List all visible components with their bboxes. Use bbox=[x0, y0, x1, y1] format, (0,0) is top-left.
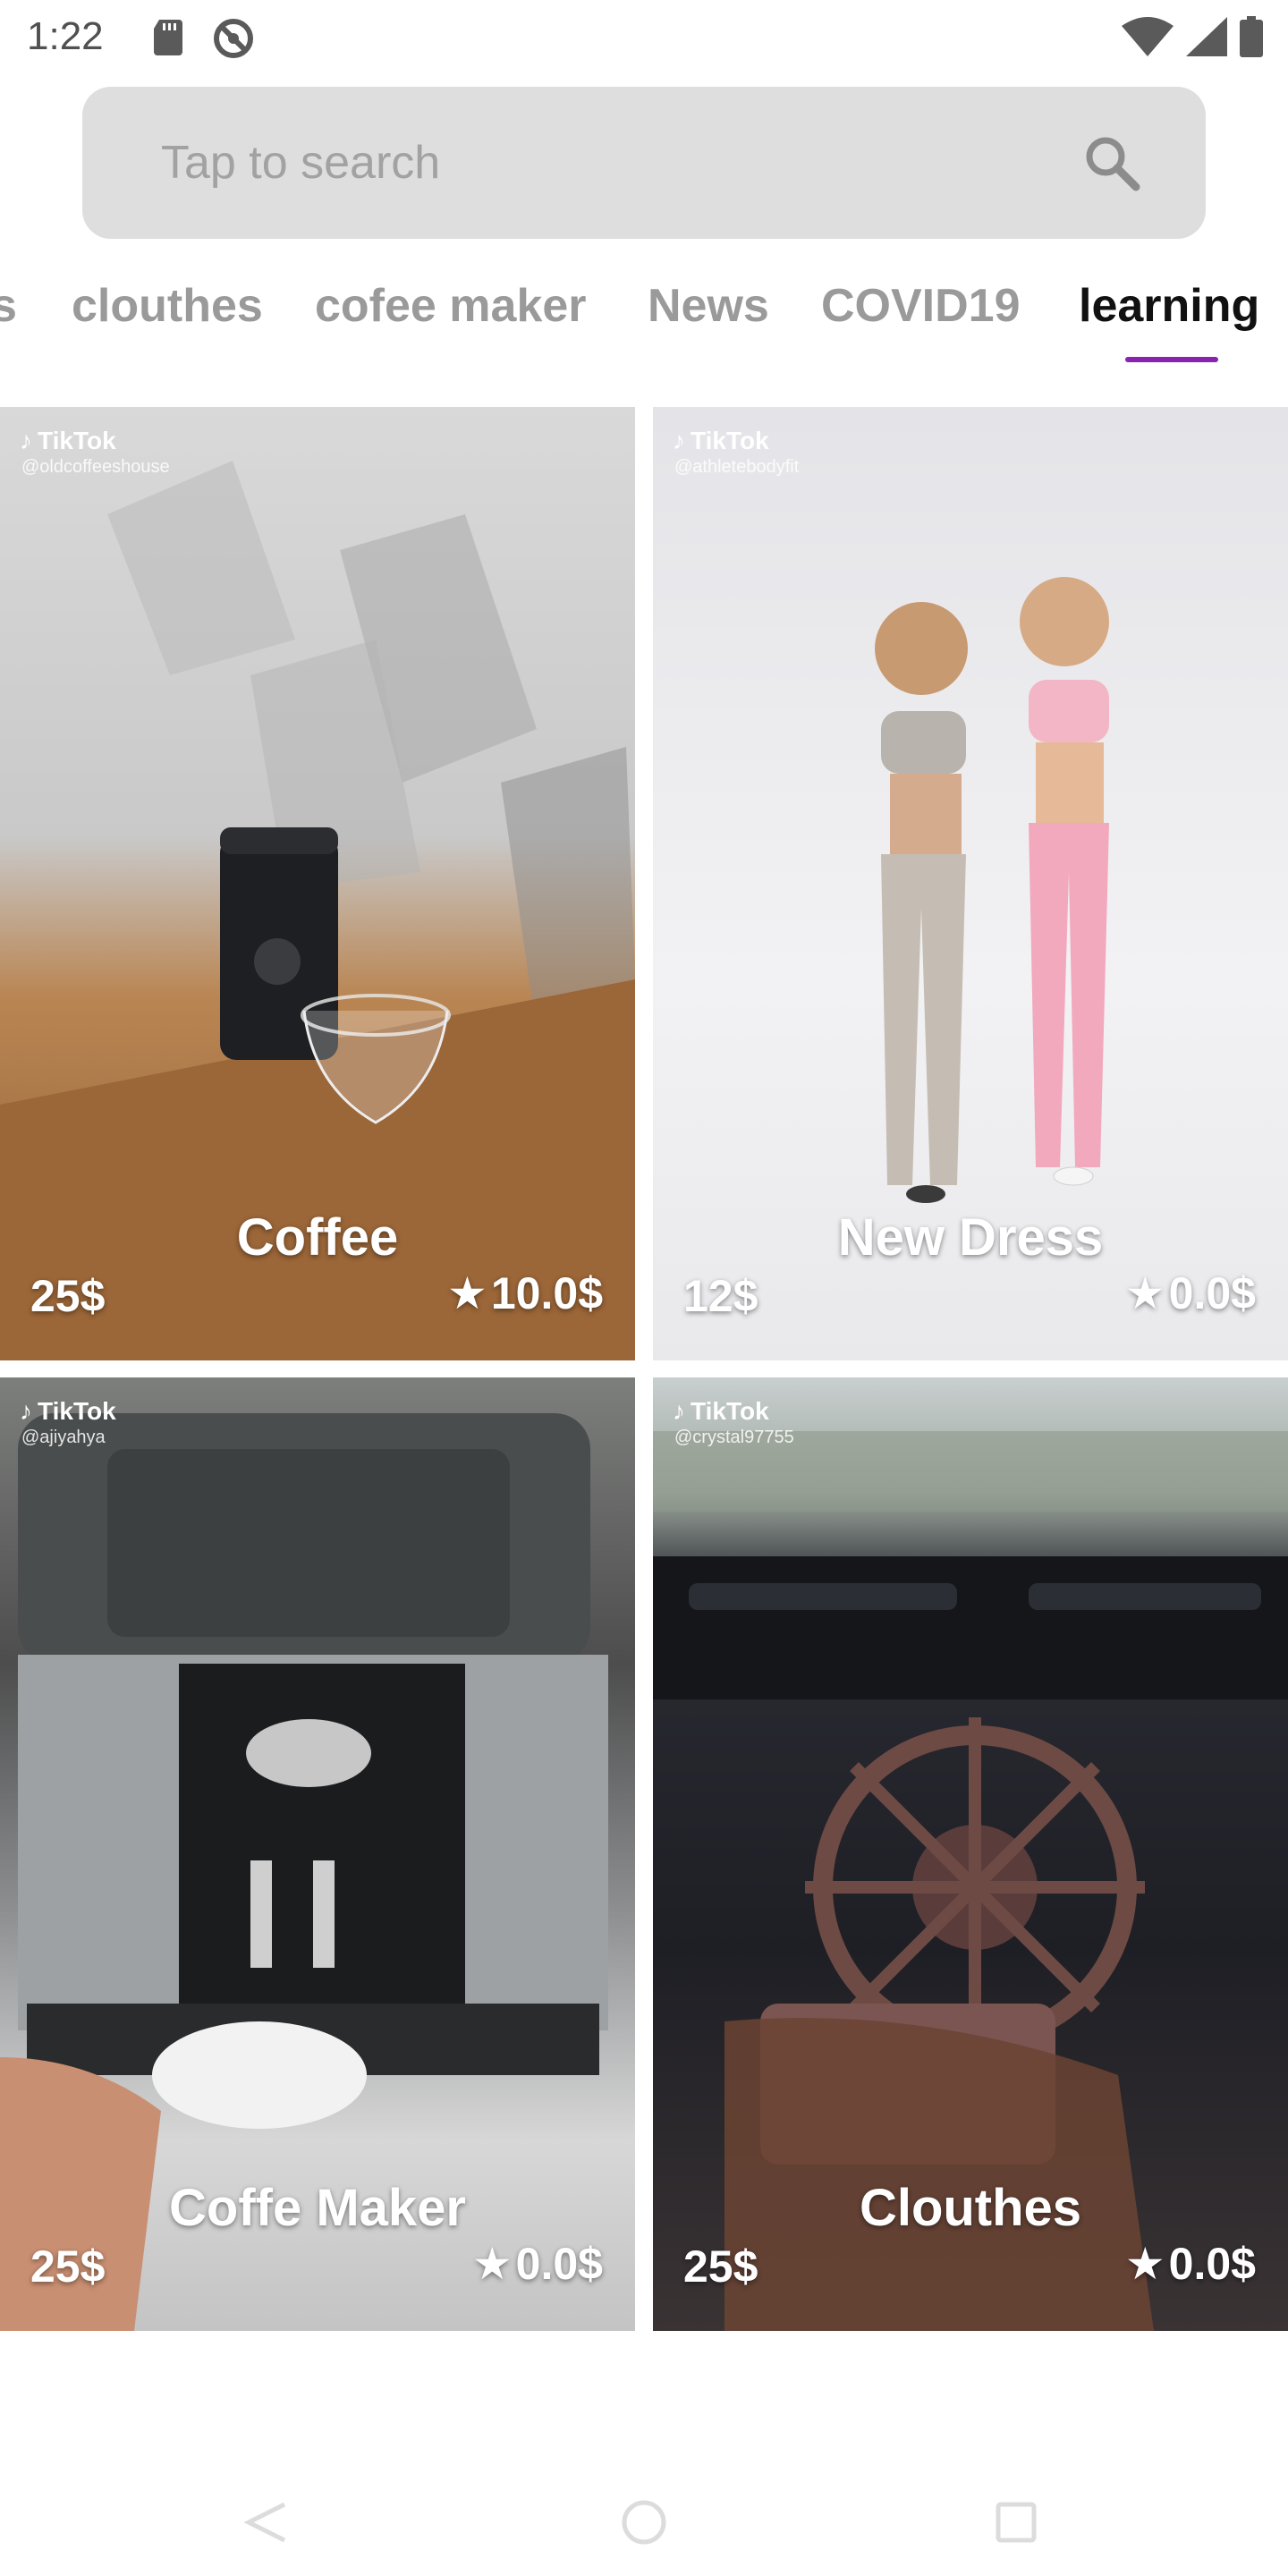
product-title: New Dress bbox=[837, 1208, 1104, 1267]
do-not-disturb-icon bbox=[211, 16, 256, 65]
tiktok-logo-icon: ♪ bbox=[20, 427, 32, 454]
sd-card-icon bbox=[150, 18, 186, 62]
tiktok-username: @athletebodyfit bbox=[674, 457, 800, 477]
wifi-icon bbox=[1122, 17, 1174, 61]
product-title: Coffee bbox=[236, 1208, 399, 1267]
tiktok-brand-label: TikTok bbox=[38, 427, 116, 454]
tab-news[interactable]: News bbox=[648, 279, 769, 333]
battery-icon bbox=[1240, 16, 1263, 62]
tiktok-watermark: ♪ TikTok @athletebodyfit bbox=[673, 427, 799, 478]
tab-clouthes[interactable]: clouthes bbox=[72, 279, 263, 333]
rating-value: 0.0$ bbox=[1168, 2239, 1256, 2289]
star-icon: ★ bbox=[1124, 1268, 1165, 1318]
status-bar: 1:22 bbox=[0, 0, 1288, 75]
search-bar[interactable] bbox=[82, 87, 1206, 239]
rating-value: 10.0$ bbox=[490, 1268, 603, 1318]
product-title: Coffe Maker bbox=[169, 2179, 466, 2237]
tab-cofee-maker[interactable]: cofee maker bbox=[315, 279, 587, 333]
tab-partial[interactable]: s bbox=[0, 279, 17, 333]
tiktok-username: @oldcoffeeshouse bbox=[21, 457, 170, 477]
status-time: 1:22 bbox=[27, 14, 104, 58]
recent-apps-icon[interactable] bbox=[989, 2496, 1043, 2554]
tiktok-username: @crystal97755 bbox=[674, 1428, 794, 1447]
product-card[interactable]: ♪ TikTok @crystal97755 Clouthes 25$ ★ 0.0$ bbox=[653, 1377, 1288, 2331]
tab-covid19[interactable]: COVID19 bbox=[821, 279, 1021, 333]
search-input[interactable] bbox=[161, 131, 1055, 194]
signal-icon bbox=[1186, 17, 1227, 61]
back-icon[interactable] bbox=[240, 2496, 293, 2554]
product-rating: ★ 10.0$ bbox=[447, 1267, 603, 1319]
tiktok-watermark: ♪ TikTok @crystal97755 bbox=[673, 1397, 794, 1448]
rating-value: 0.0$ bbox=[1168, 1268, 1256, 1318]
tiktok-brand-label: TikTok bbox=[691, 1397, 769, 1425]
product-price: 25$ bbox=[30, 2241, 106, 2292]
tiktok-brand-label: TikTok bbox=[38, 1397, 116, 1425]
tab-learning[interactable]: learning bbox=[1079, 279, 1259, 333]
product-card[interactable]: ♪ TikTok @ajiyahya Coffe Maker 25$ ★ 0.0$ bbox=[0, 1377, 635, 2331]
app-root: 1:22 s clouthes cofee maker N bbox=[0, 0, 1288, 2576]
product-price: 12$ bbox=[683, 1271, 758, 1321]
tiktok-brand-label: TikTok bbox=[691, 427, 769, 454]
tiktok-logo-icon: ♪ bbox=[673, 1397, 685, 1425]
tiktok-logo-icon: ♪ bbox=[20, 1397, 32, 1425]
product-price: 25$ bbox=[30, 1271, 106, 1321]
product-card[interactable]: ♪ TikTok @oldcoffeeshouse Coffee 25$ ★ 10.… bbox=[0, 407, 635, 1360]
product-card[interactable]: ♪ TikTok @athletebodyfit New Dress 12$ ★ 0… bbox=[653, 407, 1288, 1360]
status-icons bbox=[1122, 16, 1263, 62]
product-rating: ★ 0.0$ bbox=[472, 2238, 603, 2290]
category-tabs: s clouthes cofee maker News COVID19 lear… bbox=[0, 268, 1288, 376]
home-icon[interactable] bbox=[617, 2496, 671, 2554]
system-nav-bar bbox=[0, 2469, 1288, 2576]
active-tab-indicator bbox=[1125, 357, 1218, 362]
tiktok-logo-icon: ♪ bbox=[673, 427, 685, 454]
product-title: Clouthes bbox=[859, 2179, 1082, 2237]
star-icon: ★ bbox=[471, 2239, 513, 2289]
search-icon[interactable] bbox=[1080, 131, 1145, 200]
rating-value: 0.0$ bbox=[515, 2239, 603, 2289]
tiktok-watermark: ♪ TikTok @oldcoffeeshouse bbox=[20, 427, 170, 478]
product-rating: ★ 0.0$ bbox=[1125, 2238, 1256, 2290]
star-icon: ★ bbox=[1124, 2239, 1165, 2289]
tiktok-username: @ajiyahya bbox=[21, 1428, 106, 1447]
product-rating: ★ 0.0$ bbox=[1125, 1267, 1256, 1319]
tiktok-watermark: ♪ TikTok @ajiyahya bbox=[20, 1397, 116, 1448]
product-price: 25$ bbox=[683, 2241, 758, 2292]
star-icon: ★ bbox=[447, 1268, 487, 1318]
